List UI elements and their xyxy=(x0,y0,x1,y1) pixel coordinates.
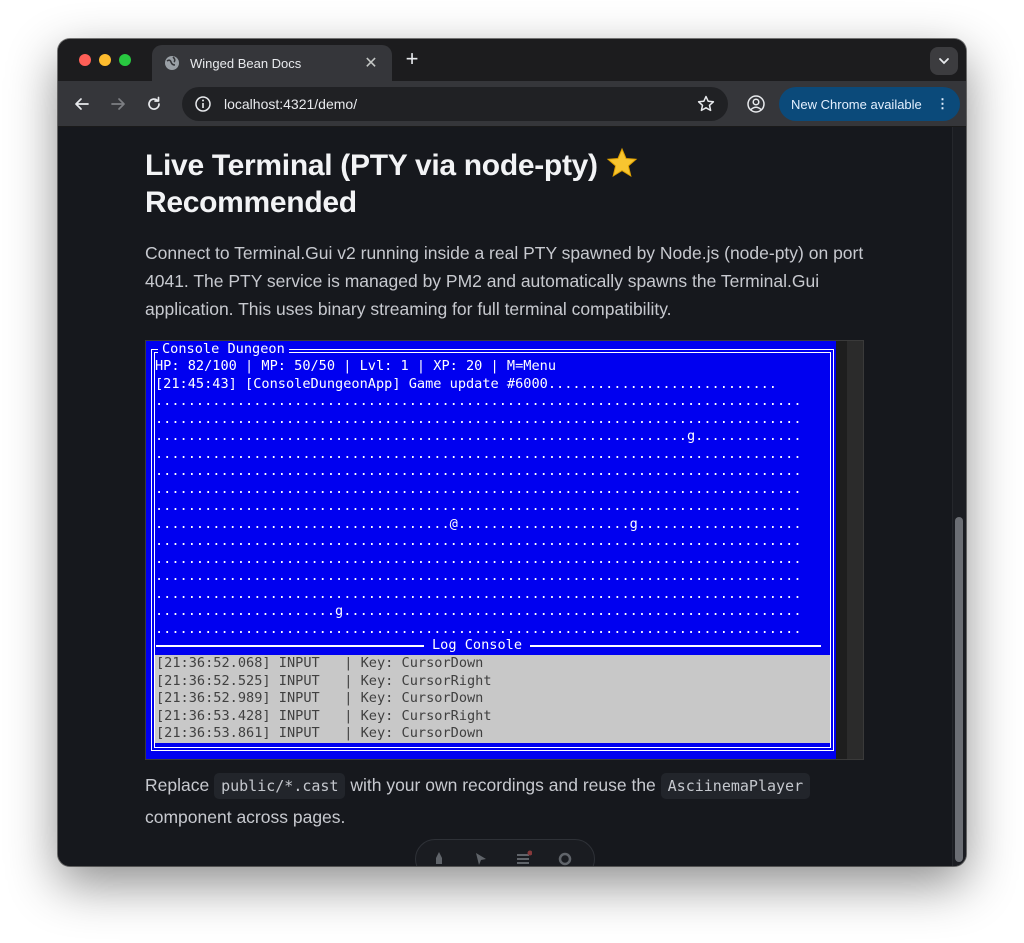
browser-window: Winged Bean Docs ✕ + localhost:4321/demo… xyxy=(58,39,966,866)
map-row: ........................................… xyxy=(155,533,802,549)
dev-toolbar[interactable] xyxy=(415,839,595,866)
map-row: ........................................… xyxy=(155,445,802,462)
map-row: [21:45:43] [ConsoleDungeonApp] Game upda… xyxy=(155,375,777,392)
address-bar[interactable]: localhost:4321/demo/ xyxy=(182,87,728,121)
page-content: Live Terminal (PTY via node-pty) Recomme… xyxy=(58,127,966,866)
update-label: New Chrome available xyxy=(791,96,922,112)
log-row: [21:36:52.068] INPUT | Key: CursorDown xyxy=(156,655,484,671)
chevron-down-icon xyxy=(939,58,949,65)
forward-button[interactable] xyxy=(106,92,130,116)
arrow-right-icon xyxy=(111,98,125,110)
tab-search-button[interactable] xyxy=(930,47,958,75)
more-options-icon[interactable]: ⋮ xyxy=(936,96,949,112)
cursor-icon[interactable] xyxy=(472,850,490,866)
map-row: ........................................… xyxy=(155,463,802,479)
terminal-scrollbar[interactable] xyxy=(847,341,863,759)
new-tab-button[interactable]: + xyxy=(401,48,423,70)
page-heading: Live Terminal (PTY via node-pty) Recomme… xyxy=(145,147,765,221)
window-title: Console Dungeon xyxy=(158,341,289,358)
map-row: ........................................… xyxy=(155,550,802,567)
chrome-update-button[interactable]: New Chrome available ⋮ xyxy=(779,87,960,121)
log-divider: Log Console xyxy=(156,637,821,654)
terminal-screen[interactable]: Console Dungeon HP: 82/100 | MP: 50/50 |… xyxy=(146,341,836,759)
map-row: ....................................@...… xyxy=(155,515,802,532)
terminal-embed[interactable]: Console Dungeon HP: 82/100 | MP: 50/50 |… xyxy=(145,340,864,760)
status-line: HP: 82/100 | MP: 50/50 | Lvl: 1 | XP: 20… xyxy=(155,358,557,374)
menu-icon[interactable] xyxy=(514,850,532,866)
log-row: [21:36:53.861] INPUT | Key: CursorDown xyxy=(156,725,484,741)
reload-icon xyxy=(148,96,160,110)
heading-text-line2: Recommended xyxy=(145,186,357,219)
log-console: [21:36:52.068] INPUT | Key: CursorDown [2… xyxy=(155,655,830,743)
heading-text: Live Terminal (PTY via node-pty) xyxy=(145,149,606,182)
outro-text-1: Replace xyxy=(145,775,215,795)
address-url: localhost:4321/demo/ xyxy=(224,96,358,112)
map-row: ........................................… xyxy=(155,480,802,497)
map-row: ........................................… xyxy=(155,498,802,514)
log-row: [21:36:52.525] INPUT | Key: CursorRight xyxy=(156,672,492,689)
outro-paragraph: Replace public/*.cast with your own reco… xyxy=(145,770,875,833)
window-close-button[interactable] xyxy=(79,54,91,66)
dungeon-map: [21:45:43] [ConsoleDungeonApp] Game upda… xyxy=(155,376,830,639)
page-scroll-thumb[interactable] xyxy=(955,517,963,862)
profile-icon[interactable] xyxy=(746,94,766,114)
browser-tab[interactable]: Winged Bean Docs ✕ xyxy=(152,45,392,81)
window-minimize-button[interactable] xyxy=(99,54,111,66)
map-row: ........................................… xyxy=(155,428,802,444)
outro-text-3: component across pages. xyxy=(145,807,346,827)
map-row: ......................g.................… xyxy=(155,603,802,619)
reload-button[interactable] xyxy=(142,92,166,116)
map-row: ........................................… xyxy=(155,568,802,584)
code-cast-path: public/*.cast xyxy=(214,773,346,799)
star-icon xyxy=(606,147,637,178)
gear-icon[interactable] xyxy=(556,850,574,866)
code-component-name: AsciinemaPlayer xyxy=(660,773,811,799)
site-info-icon[interactable] xyxy=(194,95,212,113)
bookmark-star-icon[interactable] xyxy=(696,94,716,114)
map-row: ........................................… xyxy=(155,393,802,409)
log-row: [21:36:53.428] INPUT | Key: CursorRight xyxy=(156,707,492,724)
outro-text-2: with your own recordings and reuse the xyxy=(345,775,661,795)
rocket-icon[interactable] xyxy=(430,850,448,866)
browser-toolbar: localhost:4321/demo/ New Chrome availabl… xyxy=(58,81,966,127)
window-maximize-button[interactable] xyxy=(119,54,131,66)
map-row: ........................................… xyxy=(155,620,802,637)
log-console-title: Log Console xyxy=(424,637,531,654)
tab-title: Winged Bean Docs xyxy=(190,55,302,71)
globe-icon xyxy=(165,56,179,70)
page-scrollbar[interactable] xyxy=(952,127,966,866)
back-button[interactable] xyxy=(70,92,94,116)
tab-close-icon[interactable]: ✕ xyxy=(362,53,380,73)
arrow-left-icon xyxy=(75,98,89,110)
map-row: ........................................… xyxy=(155,585,802,602)
map-row: ........................................… xyxy=(155,410,802,427)
intro-paragraph: Connect to Terminal.Gui v2 running insid… xyxy=(145,243,864,319)
log-row: [21:36:52.989] INPUT | Key: CursorDown xyxy=(156,690,484,706)
tab-strip: Winged Bean Docs ✕ + xyxy=(58,39,966,81)
